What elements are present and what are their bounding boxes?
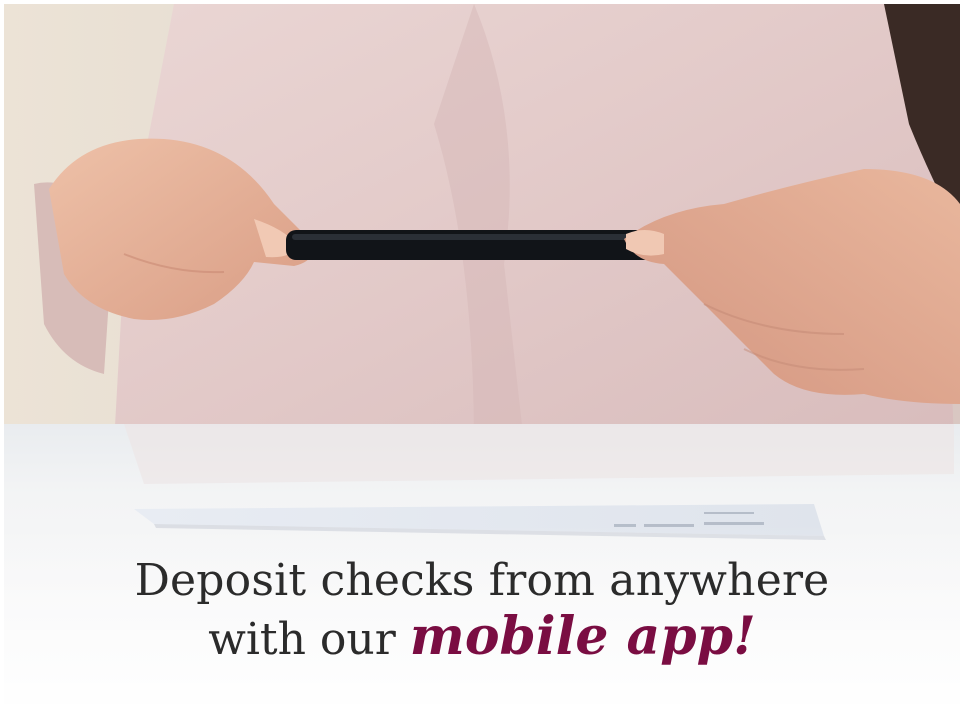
- ad-banner: Deposit checks from anywhere with our mo…: [0, 0, 964, 708]
- headline-emphasis: mobile app!: [409, 605, 756, 667]
- headline-line-2-prefix: with our: [208, 613, 396, 665]
- headline-line-2: with our mobile app!: [0, 605, 964, 667]
- headline-line-1: Deposit checks from anywhere: [134, 555, 830, 606]
- headline: Deposit checks from anywhere with our mo…: [0, 555, 964, 667]
